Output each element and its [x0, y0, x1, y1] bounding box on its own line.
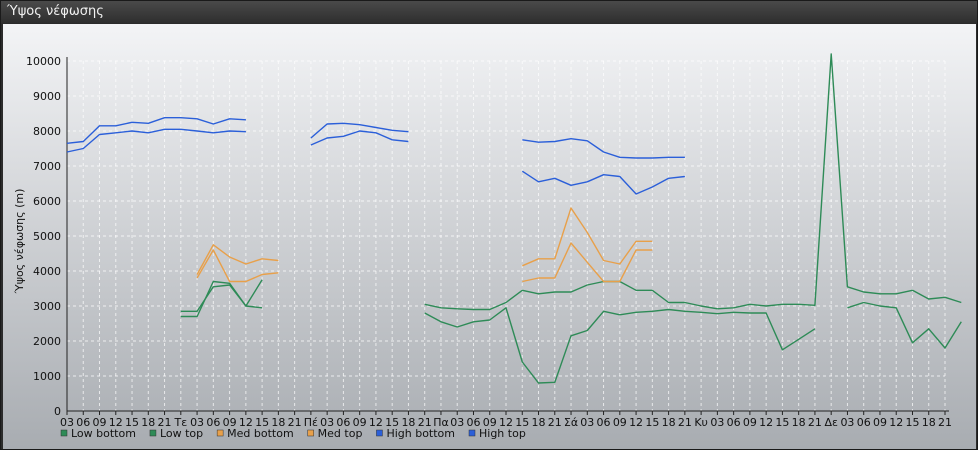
legend-swatch-med-top [307, 429, 314, 437]
y-tick-label: 7000 [33, 160, 61, 173]
x-tick-label: 12 [759, 416, 773, 429]
x-tick-label: 03 [840, 416, 854, 429]
legend-label-low-top: Low top [160, 427, 203, 440]
legend-swatch-low-top [149, 429, 157, 437]
legend-label-high-top: High top [479, 427, 526, 440]
x-tick-label: 18 [141, 416, 155, 429]
y-tick-label: 1000 [33, 370, 61, 383]
y-tick-label: 4000 [33, 265, 61, 278]
x-tick-label: 15 [645, 416, 659, 429]
x-tick-label: 09 [743, 416, 757, 429]
x-tick-label: 18 [792, 416, 806, 429]
legend-label-med-bottom: Med bottom [227, 427, 294, 440]
x-tick-label: 06 [857, 416, 871, 429]
x-tick-label: 18 [532, 416, 546, 429]
legend-swatch-med-bottom [216, 429, 224, 437]
x-tick-label: 03 [710, 416, 724, 429]
window-title: Ύψος νέφωσης [1, 1, 977, 23]
x-tick-label: Πέ [304, 416, 318, 429]
y-tick-label: 8000 [33, 125, 61, 138]
x-tick-label: 15 [775, 416, 789, 429]
legend-swatch-low-bottom [60, 429, 68, 437]
x-tick-label: Σά [564, 416, 578, 429]
x-tick-label: 12 [369, 416, 383, 429]
x-tick-label: 12 [889, 416, 903, 429]
y-tick-label: 9000 [33, 90, 61, 103]
x-tick-label: 06 [597, 416, 611, 429]
x-tick-label: 18 [922, 416, 936, 429]
x-tick-label: 03 [580, 416, 594, 429]
legend-swatch-high-top [468, 429, 476, 437]
y-tick-label: 2000 [33, 335, 61, 348]
y-axis-label: Ύψος νέφωσης (m) [13, 189, 26, 295]
y-tick-label: 10000 [26, 55, 61, 68]
x-tick-label: 15 [905, 416, 919, 429]
legend-label-low-bottom: Low bottom [71, 427, 136, 440]
x-tick-label: 21 [938, 416, 952, 429]
x-tick-label: 09 [873, 416, 887, 429]
x-tick-label: 21 [678, 416, 692, 429]
x-tick-label: Δε [824, 416, 838, 429]
x-tick-label: 06 [727, 416, 741, 429]
x-tick-label: 18 [662, 416, 676, 429]
x-tick-label: 21 [808, 416, 822, 429]
legend-swatch-high-bottom [376, 429, 383, 437]
x-tick-label: Κυ [694, 416, 708, 429]
x-tick-label: 12 [629, 416, 643, 429]
chart-window: Ύψος νέφωσης 0 1000 2000 3000 4000 5000 6000 70… [0, 0, 978, 450]
x-tick-label: 21 [548, 416, 562, 429]
y-tick-label: 5000 [33, 230, 61, 243]
legend-label-med-top: Med top [318, 427, 363, 440]
y-tick-label: 6000 [33, 195, 61, 208]
x-tick-label: 06 [206, 416, 220, 429]
legend-label-high-bottom: High bottom [386, 427, 455, 440]
x-tick-label: 09 [613, 416, 627, 429]
cloud-height-chart: 0100020003000400050006000700080009000100… [3, 24, 976, 449]
y-tick-label: 3000 [33, 300, 61, 313]
